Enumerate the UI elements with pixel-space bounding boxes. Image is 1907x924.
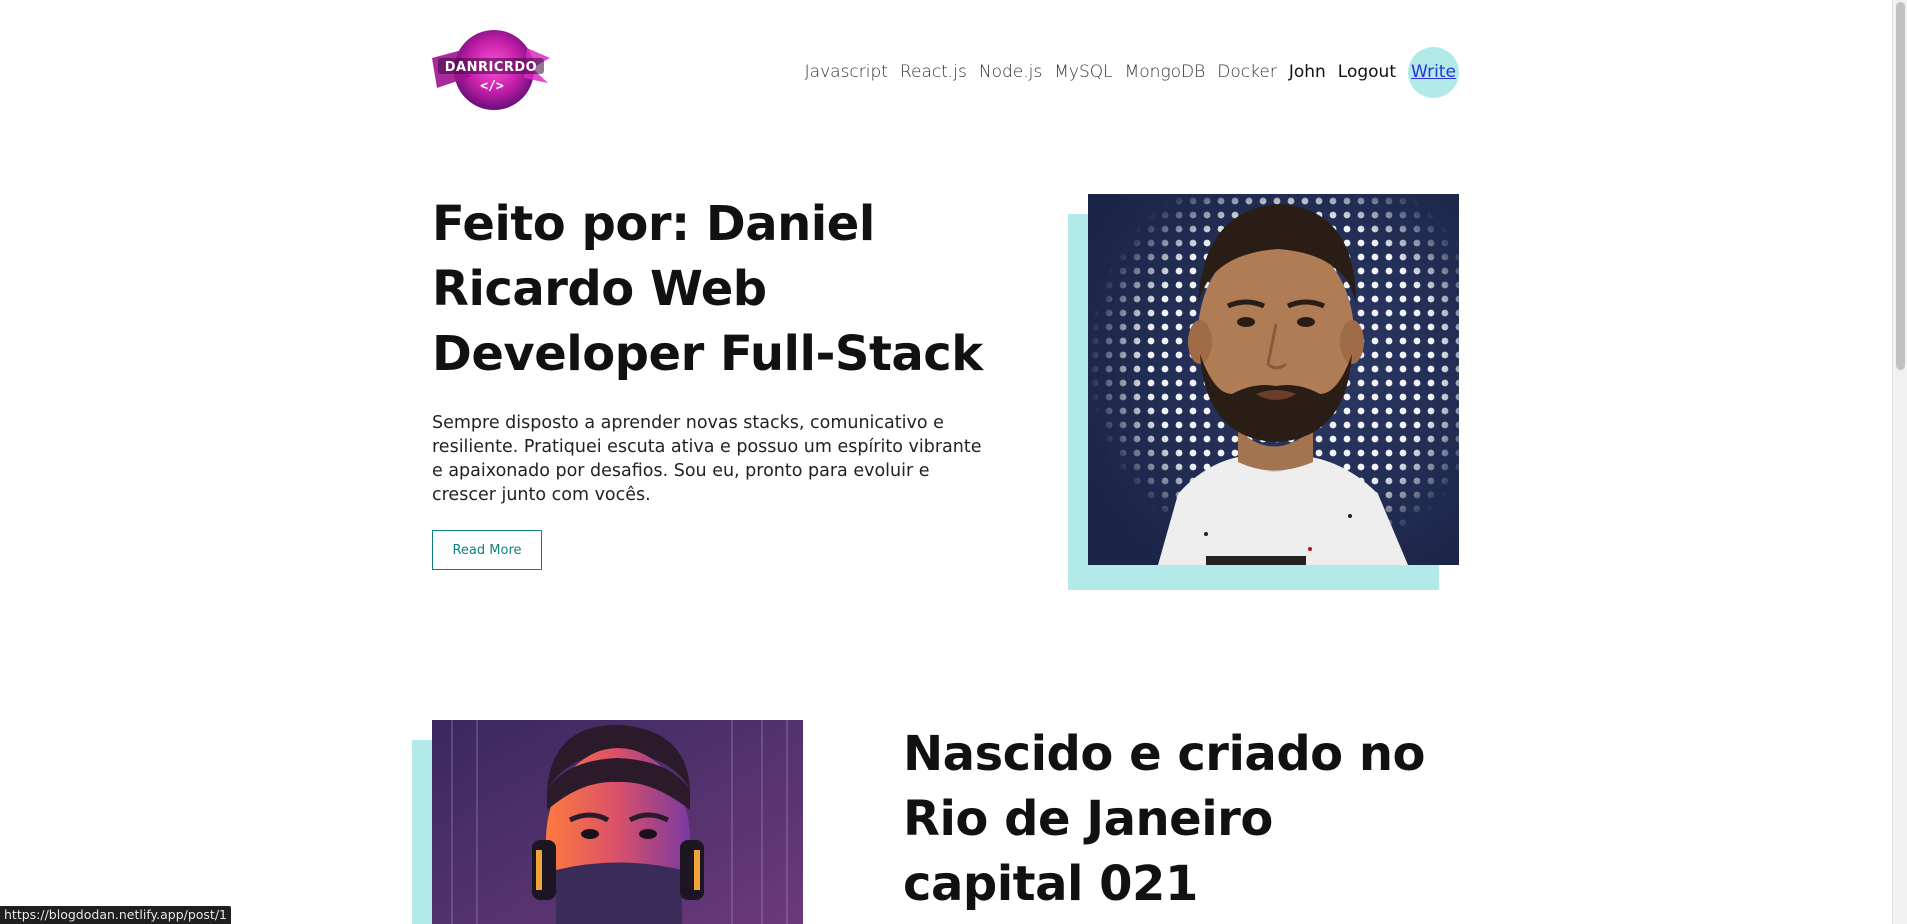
nav-link-mongodb[interactable]: MongoDB: [1125, 62, 1206, 82]
top-nav: Javascript React.js Node.js MySQL MongoD…: [793, 46, 1459, 98]
nav-link-reactjs[interactable]: React.js: [900, 62, 967, 82]
author-illustration: [432, 720, 803, 924]
svg-text:</>: </>: [480, 79, 504, 94]
nav-link-nodejs[interactable]: Node.js: [979, 62, 1042, 82]
write-button[interactable]: Write: [1408, 46, 1459, 98]
hero-description: Sempre disposto a aprender novas stacks,…: [432, 413, 982, 505]
vertical-scrollbar[interactable]: [1892, 0, 1907, 924]
nav-link-mysql[interactable]: MySQL: [1054, 62, 1112, 82]
site-logo[interactable]: DANRICRDO </>: [432, 28, 550, 112]
author-photo: [1088, 194, 1459, 565]
nav-link-docker[interactable]: Docker: [1217, 62, 1277, 82]
scrollbar-thumb[interactable]: [1896, 2, 1905, 370]
nav-user-name: John: [1288, 62, 1326, 82]
logout-link[interactable]: Logout: [1338, 62, 1396, 82]
nav-link-javascript[interactable]: Javascript: [805, 62, 888, 82]
section-title: Nascido e criado no Rio de Janeiro capit…: [903, 726, 1426, 912]
hero-title: Feito por: Daniel Ricardo Web Developer …: [432, 196, 983, 382]
svg-text:DANRICRDO: DANRICRDO: [445, 60, 537, 75]
status-bar-url: https://blogdodan.netlify.app/post/1: [0, 906, 231, 924]
page: DANRICRDO </> Javascript React.js Node.j…: [0, 0, 1907, 924]
read-more-button[interactable]: Read More: [432, 530, 542, 570]
